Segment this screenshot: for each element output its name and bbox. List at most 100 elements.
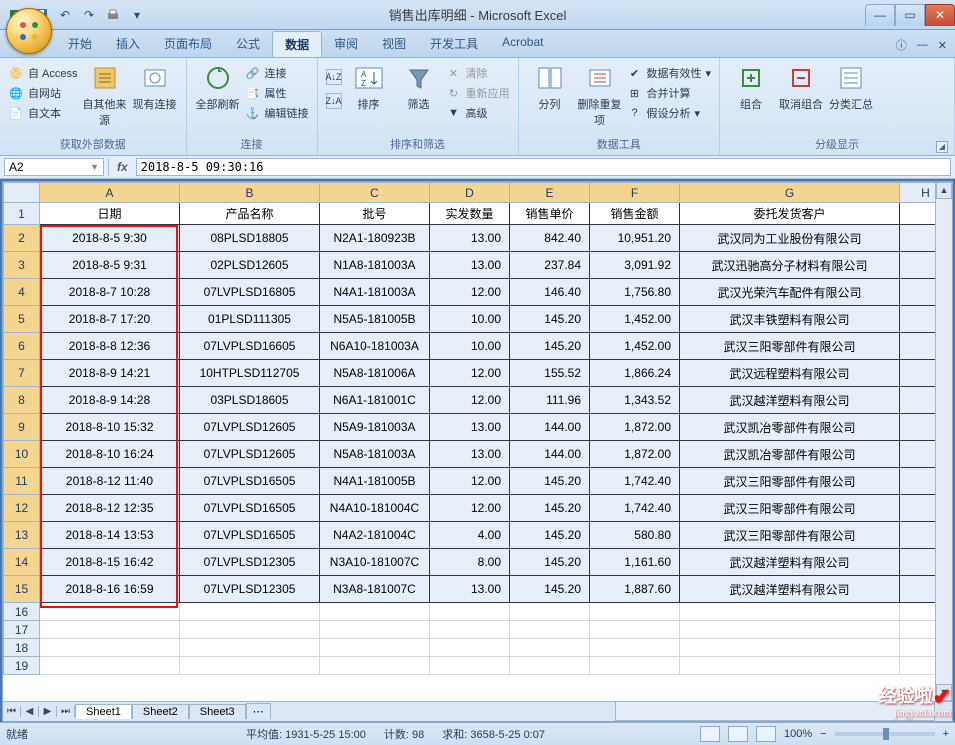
data-cell[interactable]: 10.00 — [430, 333, 510, 360]
data-cell[interactable]: 07LVPLSD16505 — [180, 468, 320, 495]
data-cell[interactable]: 13.00 — [430, 252, 510, 279]
data-cell[interactable]: 武汉三阳零部件有限公司 — [680, 333, 900, 360]
data-cell[interactable]: 145.20 — [510, 333, 590, 360]
window-close-button[interactable]: ✕ — [925, 4, 955, 26]
data-cell[interactable]: 1,756.80 — [590, 279, 680, 306]
row-header[interactable]: 12 — [4, 495, 40, 522]
data-cell[interactable]: 07LVPLSD16505 — [180, 522, 320, 549]
ribbon-tab[interactable]: 开始 — [56, 31, 104, 57]
data-cell[interactable] — [680, 639, 900, 657]
row-header[interactable]: 5 — [4, 306, 40, 333]
col-header[interactable]: C — [320, 183, 430, 203]
data-cell[interactable] — [180, 639, 320, 657]
header-cell[interactable]: 产品名称 — [180, 203, 320, 225]
data-cell[interactable]: 03PLSD18605 — [180, 387, 320, 414]
data-cell[interactable]: 2018-8-10 15:32 — [40, 414, 180, 441]
properties-button[interactable]: 📑属性 — [243, 84, 311, 102]
data-cell[interactable] — [40, 657, 180, 675]
row-header[interactable]: 9 — [4, 414, 40, 441]
data-cell[interactable]: 145.20 — [510, 576, 590, 603]
data-cell[interactable] — [40, 639, 180, 657]
sheet-tab[interactable]: Sheet2 — [132, 704, 189, 719]
ribbon-tab[interactable]: 公式 — [224, 31, 272, 57]
header-cell[interactable]: 销售单价 — [510, 203, 590, 225]
from-other-sources-button[interactable]: 自其他来源 — [80, 60, 130, 130]
data-cell[interactable]: 842.40 — [510, 225, 590, 252]
window-minimize-button[interactable]: — — [865, 4, 895, 26]
row-header[interactable]: 3 — [4, 252, 40, 279]
sort-asc-button[interactable]: A↓Z — [324, 68, 344, 86]
data-cell[interactable]: 12.00 — [430, 279, 510, 306]
zoom-out-button[interactable]: − — [820, 728, 826, 740]
data-cell[interactable] — [590, 621, 680, 639]
row-header[interactable]: 18 — [4, 639, 40, 657]
existing-connections-button[interactable]: 现有连接 — [130, 60, 180, 114]
sheet-nav-first[interactable]: ⏮ — [3, 706, 21, 717]
data-cell[interactable]: N4A10-181004C — [320, 495, 430, 522]
data-cell[interactable] — [40, 603, 180, 621]
data-cell[interactable]: N4A1-181005B — [320, 468, 430, 495]
data-cell[interactable]: 07LVPLSD16805 — [180, 279, 320, 306]
data-cell[interactable]: N2A1-180923B — [320, 225, 430, 252]
data-cell[interactable] — [510, 603, 590, 621]
data-cell[interactable]: 1,452.00 — [590, 333, 680, 360]
data-cell[interactable] — [320, 621, 430, 639]
data-cell[interactable]: 146.40 — [510, 279, 590, 306]
data-cell[interactable] — [180, 621, 320, 639]
data-cell[interactable]: 08PLSD18805 — [180, 225, 320, 252]
data-cell[interactable]: N6A10-181003A — [320, 333, 430, 360]
data-cell[interactable]: 武汉三阳零部件有限公司 — [680, 495, 900, 522]
view-layout-button[interactable] — [728, 726, 748, 742]
data-cell[interactable]: N5A8-181003A — [320, 441, 430, 468]
data-cell[interactable]: 武汉同为工业股份有限公司 — [680, 225, 900, 252]
sort-button[interactable]: AZ 排序 — [344, 60, 394, 114]
consolidate-button[interactable]: ⊞合并计算 — [625, 84, 714, 102]
data-cell[interactable]: 2018-8-16 16:59 — [40, 576, 180, 603]
ribbon-tab[interactable]: 插入 — [104, 31, 152, 57]
data-cell[interactable]: 1,742.40 — [590, 468, 680, 495]
data-cell[interactable]: N5A5-181005B — [320, 306, 430, 333]
formula-input[interactable]: 2018-8-5 09:30:16 — [136, 158, 951, 176]
data-cell[interactable]: 111.96 — [510, 387, 590, 414]
spreadsheet-grid[interactable]: A B C D E F G H 1日期产品名称批号实发数量销售单价销售金额委托发… — [3, 182, 952, 675]
row-header[interactable]: 6 — [4, 333, 40, 360]
data-cell[interactable]: 144.00 — [510, 441, 590, 468]
data-cell[interactable]: 2018-8-5 9:30 — [40, 225, 180, 252]
data-cell[interactable]: 07LVPLSD16605 — [180, 333, 320, 360]
qat-print-icon[interactable] — [104, 6, 122, 24]
zoom-in-button[interactable]: + — [943, 728, 949, 740]
col-header[interactable]: D — [430, 183, 510, 203]
ribbon-tab[interactable]: 视图 — [370, 31, 418, 57]
group-button[interactable]: 组合 — [726, 60, 776, 114]
data-cell[interactable]: 武汉光荣汽车配件有限公司 — [680, 279, 900, 306]
data-cell[interactable]: 1,887.60 — [590, 576, 680, 603]
data-cell[interactable]: N5A8-181006A — [320, 360, 430, 387]
data-cell[interactable]: N4A2-181004C — [320, 522, 430, 549]
data-cell[interactable]: 1,872.00 — [590, 441, 680, 468]
text-to-columns-button[interactable]: 分列 — [525, 60, 575, 114]
data-cell[interactable] — [680, 657, 900, 675]
sort-desc-button[interactable]: Z↓A — [324, 92, 344, 110]
ribbon-tab[interactable]: Acrobat — [490, 31, 555, 57]
data-cell[interactable]: 02PLSD12605 — [180, 252, 320, 279]
data-cell[interactable]: 10.00 — [430, 306, 510, 333]
ungroup-button[interactable]: 取消组合 — [776, 60, 826, 114]
data-cell[interactable]: 07LVPLSD12605 — [180, 414, 320, 441]
from-access-button[interactable]: 📀自 Access — [6, 64, 80, 82]
fx-icon[interactable]: fx — [113, 160, 132, 174]
data-cell[interactable]: 10,951.20 — [590, 225, 680, 252]
row-header[interactable]: 14 — [4, 549, 40, 576]
data-cell[interactable]: 武汉远程塑料有限公司 — [680, 360, 900, 387]
header-cell[interactable]: 批号 — [320, 203, 430, 225]
data-cell[interactable] — [510, 621, 590, 639]
connections-button[interactable]: 🔗连接 — [243, 64, 311, 82]
data-cell[interactable]: N3A10-181007C — [320, 549, 430, 576]
col-header[interactable]: B — [180, 183, 320, 203]
data-cell[interactable]: 武汉越洋塑料有限公司 — [680, 549, 900, 576]
row-header[interactable]: 16 — [4, 603, 40, 621]
data-cell[interactable] — [590, 657, 680, 675]
row-header[interactable]: 1 — [4, 203, 40, 225]
data-cell[interactable] — [510, 639, 590, 657]
data-cell[interactable]: N6A1-181001C — [320, 387, 430, 414]
sheet-tab[interactable]: Sheet1 — [75, 704, 132, 719]
